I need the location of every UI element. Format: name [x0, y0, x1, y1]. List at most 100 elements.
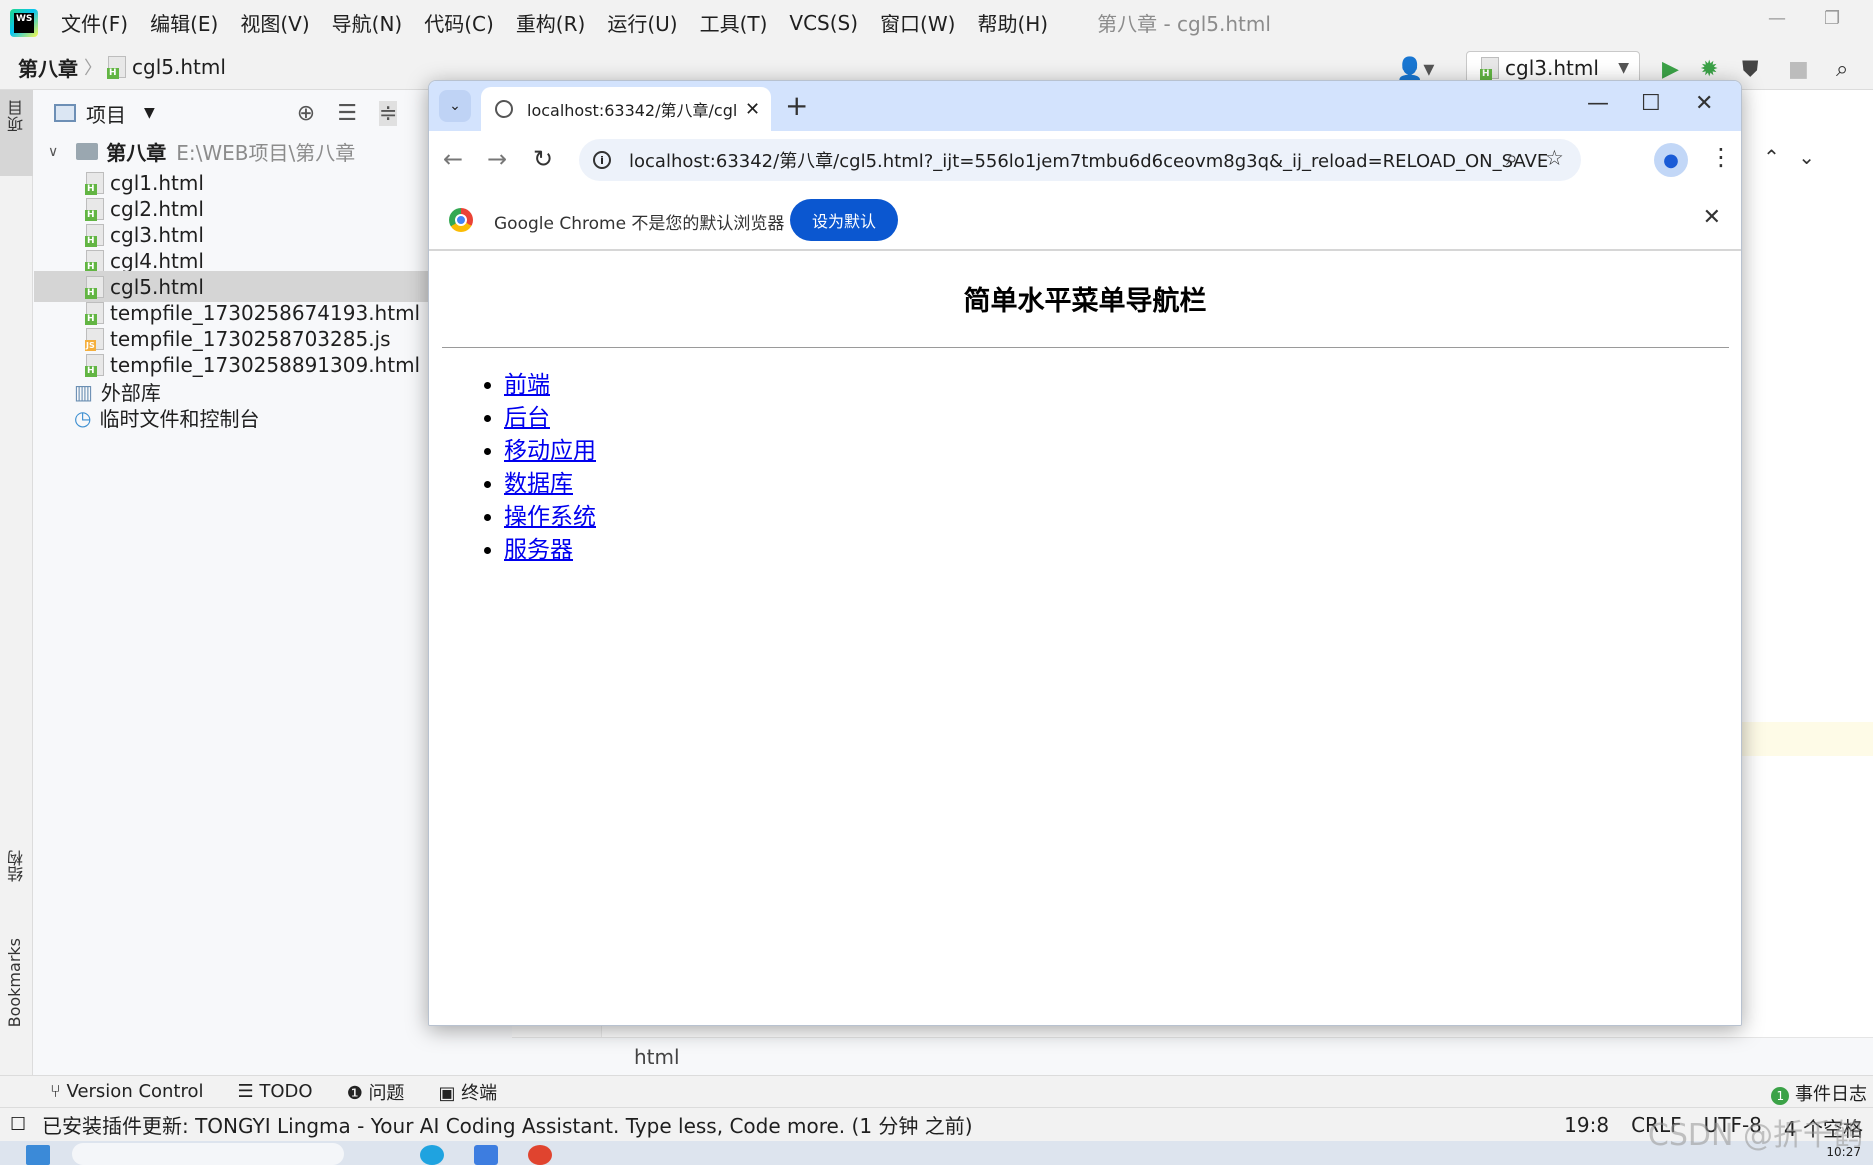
- chevron-down-icon[interactable]: ▼: [144, 105, 155, 121]
- file-name: cgl4.html: [110, 248, 204, 273]
- forward-icon[interactable]: →: [487, 145, 507, 173]
- tab-title: localhost:63342/第八章/cgl5.html: [527, 101, 737, 120]
- terminal-tab[interactable]: ▣ 终端: [438, 1079, 497, 1105]
- status-toggle-icon[interactable]: ☐: [10, 1114, 26, 1135]
- zoom-icon[interactable]: ⌕: [1506, 146, 1518, 171]
- status-message[interactable]: 已安装插件更新: TONGYI Lingma - Your AI Coding …: [42, 1110, 973, 1139]
- file-name: cgl1.html: [110, 170, 204, 195]
- todo-tab[interactable]: ☰ TODO: [238, 1081, 313, 1102]
- html-file-icon: [85, 223, 104, 247]
- project-tool-tab[interactable]: 项目: [0, 90, 33, 176]
- ide-minimize-icon[interactable]: —: [1768, 8, 1786, 29]
- breadcrumb-folder[interactable]: 第八章: [18, 53, 78, 82]
- chrome-maximize-icon[interactable]: ☐: [1641, 91, 1661, 116]
- tab-search-icon[interactable]: ⌄: [439, 90, 471, 122]
- search-icon[interactable]: ⌕: [1836, 57, 1848, 82]
- tab-close-icon[interactable]: ✕: [745, 99, 760, 120]
- chrome-close-icon[interactable]: ✕: [1695, 91, 1713, 116]
- menu-tools[interactable]: 工具(T): [689, 8, 779, 37]
- caret-position[interactable]: 19:8: [1564, 1113, 1609, 1142]
- menu-edit[interactable]: 编辑(E): [139, 8, 229, 37]
- menu-file[interactable]: 文件(F): [50, 8, 139, 37]
- coverage-icon[interactable]: ⛊: [1742, 57, 1759, 82]
- bookmark-star-icon[interactable]: ☆: [1545, 146, 1564, 170]
- address-bar[interactable]: i localhost:63342/第八章/cgl5.html?_ijt=556…: [579, 139, 1581, 181]
- nav-link-frontend[interactable]: 前端: [504, 372, 550, 398]
- nav-list-item: 服务器: [504, 534, 596, 567]
- set-default-button[interactable]: 设为默认: [790, 199, 898, 241]
- ide-restore-icon[interactable]: ❐: [1824, 8, 1840, 29]
- version-control-label: Version Control: [66, 1081, 204, 1102]
- ide-menubar: WS 文件(F) 编辑(E) 视图(V) 导航(N) 代码(C) 重构(R) 运…: [0, 0, 1873, 45]
- version-control-tab[interactable]: ⑂ Version Control: [50, 1081, 204, 1102]
- terminal-label: 终端: [461, 1082, 498, 1104]
- nav-link-server[interactable]: 服务器: [504, 537, 573, 563]
- nav-link-backend[interactable]: 后台: [504, 405, 550, 431]
- profile-avatar-icon[interactable]: ●: [1654, 143, 1688, 177]
- chrome-logo-icon: [449, 208, 473, 232]
- file-name: cgl2.html: [110, 196, 204, 221]
- menu-window[interactable]: 窗口(W): [869, 8, 966, 37]
- debug-icon[interactable]: ✹: [1700, 57, 1718, 82]
- breadcrumb-file-label: cgl5.html: [132, 55, 226, 79]
- menu-run[interactable]: 运行(U): [596, 8, 688, 37]
- infobar-close-icon[interactable]: ✕: [1703, 205, 1721, 230]
- url-text[interactable]: localhost:63342/第八章/cgl5.html?_ijt=556lo…: [629, 147, 1548, 173]
- edge-icon[interactable]: [420, 1145, 444, 1165]
- new-tab-icon[interactable]: +: [785, 89, 808, 122]
- file-name: tempfile_1730258674193.html: [110, 300, 421, 325]
- structure-tab-label[interactable]: 结构: [5, 850, 29, 882]
- html-file-icon: [85, 171, 104, 195]
- menu-help[interactable]: 帮助(H): [966, 8, 1059, 37]
- collapse-all-icon[interactable]: ≑: [378, 100, 398, 126]
- html-file-icon: [85, 197, 104, 221]
- nav-list-item: 操作系统: [504, 501, 596, 534]
- expand-all-icon[interactable]: ☰: [337, 101, 357, 126]
- menu-vcs[interactable]: VCS(S): [778, 11, 869, 35]
- nav-link-mobile[interactable]: 移动应用: [504, 438, 596, 464]
- menu-view[interactable]: 视图(V): [229, 8, 320, 37]
- menu-navigate[interactable]: 导航(N): [321, 8, 414, 37]
- windows-start-icon[interactable]: [26, 1145, 50, 1165]
- user-icon[interactable]: 👤▾: [1396, 57, 1434, 82]
- chrome-minimize-icon[interactable]: —: [1587, 91, 1609, 116]
- problems-tab[interactable]: ❶ 问题: [347, 1079, 405, 1105]
- menu-refactor[interactable]: 重构(R): [505, 8, 597, 37]
- js-file-icon: [85, 327, 104, 351]
- locate-icon[interactable]: ⊕: [297, 101, 315, 126]
- taskbar-search-box[interactable]: [72, 1143, 344, 1165]
- nav-link-database[interactable]: 数据库: [504, 471, 573, 497]
- event-log-tab[interactable]: 1 事件日志: [1771, 1080, 1867, 1106]
- chrome-tab-strip: ⌄ localhost:63342/第八章/cgl5.html ✕ + — ☐ …: [429, 81, 1741, 131]
- chevron-down-icon: ∨: [48, 143, 59, 160]
- nav-list-item: 前端: [504, 369, 596, 402]
- webstorm-taskbar-icon[interactable]: [474, 1145, 498, 1165]
- site-info-icon[interactable]: i: [593, 151, 611, 169]
- tool-window-bar: ⑂ Version Control ☰ TODO ❶ 问题 ▣ 终端 1 事件日…: [0, 1075, 1873, 1107]
- menu-code[interactable]: 代码(C): [413, 8, 505, 37]
- stop-icon[interactable]: ■: [1788, 57, 1809, 82]
- default-browser-infobar: Google Chrome 不是您的默认浏览器 设为默认 ✕: [429, 189, 1741, 251]
- problems-label: 问题: [368, 1082, 405, 1104]
- chrome-menu-icon[interactable]: ⋮: [1709, 143, 1733, 171]
- scratch-clock-icon: ◷: [74, 405, 92, 430]
- chevron-down-icon[interactable]: ⌄: [1798, 145, 1815, 169]
- chrome-taskbar-icon[interactable]: [528, 1145, 552, 1165]
- bookmarks-tab-label[interactable]: Bookmarks: [5, 938, 24, 1027]
- nav-link-os[interactable]: 操作系统: [504, 504, 596, 530]
- breadcrumb-file[interactable]: cgl5.html: [107, 55, 226, 79]
- breadcrumb-separator-icon: 〉: [84, 58, 102, 79]
- windows-taskbar: 10:27: [0, 1141, 1873, 1165]
- editor-breadcrumb-tag[interactable]: html: [634, 1045, 680, 1069]
- reload-icon[interactable]: ↻: [533, 145, 553, 173]
- back-icon[interactable]: ←: [443, 145, 463, 173]
- run-icon[interactable]: ▶: [1662, 57, 1679, 82]
- file-name: tempfile_1730258703285.js: [110, 326, 391, 351]
- browser-tab[interactable]: localhost:63342/第八章/cgl5.html ✕: [481, 87, 771, 131]
- page-heading: 简单水平菜单导航栏: [963, 286, 1207, 317]
- chevron-up-icon[interactable]: ⌃: [1763, 145, 1780, 169]
- ide-window-title: 第八章 - cgl5.html: [1097, 12, 1271, 36]
- project-panel-title[interactable]: 项目: [86, 99, 126, 128]
- root-folder-name: 第八章: [106, 141, 167, 165]
- library-icon: ▥: [74, 379, 93, 404]
